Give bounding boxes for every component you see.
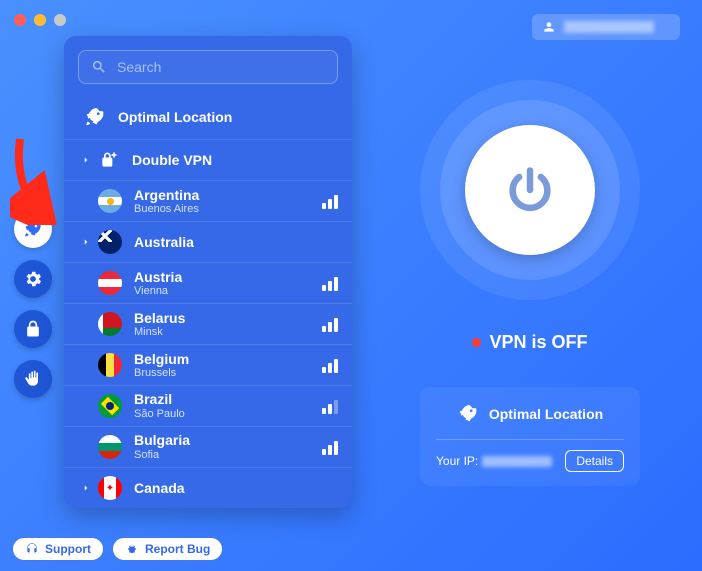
- location-row-brazil[interactable]: BrazilSão Paulo: [64, 385, 352, 426]
- flag-icon-be: [98, 353, 122, 377]
- account-button[interactable]: [532, 14, 680, 40]
- details-button[interactable]: Details: [565, 450, 624, 472]
- flag-icon-ca: ✦: [98, 476, 122, 500]
- location-row-belarus[interactable]: BelarusMinsk: [64, 303, 352, 344]
- flag-icon-au: [98, 230, 122, 254]
- location-row-argentina[interactable]: ArgentinaBuenos Aires: [64, 180, 352, 221]
- window-controls: [14, 14, 66, 26]
- chevron-right-icon: [81, 155, 91, 165]
- ip-label: Your IP:: [436, 454, 552, 468]
- optimal-location-row[interactable]: Optimal Location: [64, 94, 352, 139]
- location-row-belgium[interactable]: BelgiumBrussels: [64, 344, 352, 385]
- hand-icon: [23, 369, 43, 389]
- rocket-icon: [457, 403, 479, 425]
- search-input[interactable]: [117, 59, 325, 75]
- gear-icon: [23, 269, 43, 289]
- flag-icon-ar: [98, 189, 122, 213]
- rocket-icon: [84, 106, 106, 128]
- status-line: VPN is OFF: [472, 332, 587, 353]
- signal-strength: [322, 398, 338, 414]
- rail-security-button[interactable]: [14, 310, 52, 348]
- flag-icon-by: [98, 312, 122, 336]
- rail-settings-button[interactable]: [14, 260, 52, 298]
- status-dot: [472, 338, 481, 347]
- info-title: Optimal Location: [489, 406, 603, 422]
- location-row-bulgaria[interactable]: BulgariaSofia: [64, 426, 352, 467]
- bottom-bar: Support Report Bug: [12, 537, 223, 561]
- signal-strength: [322, 316, 338, 332]
- flag-icon-br: [98, 394, 122, 418]
- main-area: VPN is OFF Optimal Location Your IP: Det…: [380, 70, 680, 511]
- signal-strength: [322, 275, 338, 291]
- search-icon: [91, 59, 107, 75]
- location-row-canada[interactable]: ✦Canada: [64, 467, 352, 508]
- power-icon: [504, 164, 556, 216]
- account-name: [564, 21, 654, 33]
- minimize-window-button[interactable]: [34, 14, 46, 26]
- flag-icon-at: [98, 271, 122, 295]
- support-button[interactable]: Support: [12, 537, 104, 561]
- close-window-button[interactable]: [14, 14, 26, 26]
- rail-block-button[interactable]: [14, 360, 52, 398]
- locations-panel: Optimal LocationDouble VPNArgentinaBueno…: [64, 36, 352, 508]
- info-card: Optimal Location Your IP: Details: [420, 387, 640, 486]
- maximize-window-button[interactable]: [54, 14, 66, 26]
- location-row-australia[interactable]: Australia: [64, 221, 352, 262]
- bug-icon: [125, 542, 139, 556]
- flag-icon-bg: [98, 435, 122, 459]
- lock-icon: [23, 319, 43, 339]
- power-button[interactable]: [465, 125, 595, 255]
- signal-strength: [322, 193, 338, 209]
- divider: [436, 439, 624, 440]
- chevron-right-icon: [81, 483, 91, 493]
- status-text: VPN is OFF: [489, 332, 587, 353]
- location-row-austria[interactable]: AustriaVienna: [64, 262, 352, 303]
- report-bug-button[interactable]: Report Bug: [112, 537, 223, 561]
- sidebar-rail: [14, 210, 52, 398]
- headset-icon: [25, 542, 39, 556]
- signal-strength: [322, 357, 338, 373]
- double-vpn-row[interactable]: Double VPN: [64, 139, 352, 180]
- search-box[interactable]: [78, 50, 338, 84]
- signal-strength: [322, 439, 338, 455]
- ip-value: [482, 456, 552, 467]
- lock-plus-icon: [98, 149, 120, 171]
- user-icon: [542, 20, 556, 34]
- chevron-right-icon: [81, 237, 91, 247]
- power-ring: [420, 80, 640, 300]
- tutorial-arrow: [10, 135, 62, 230]
